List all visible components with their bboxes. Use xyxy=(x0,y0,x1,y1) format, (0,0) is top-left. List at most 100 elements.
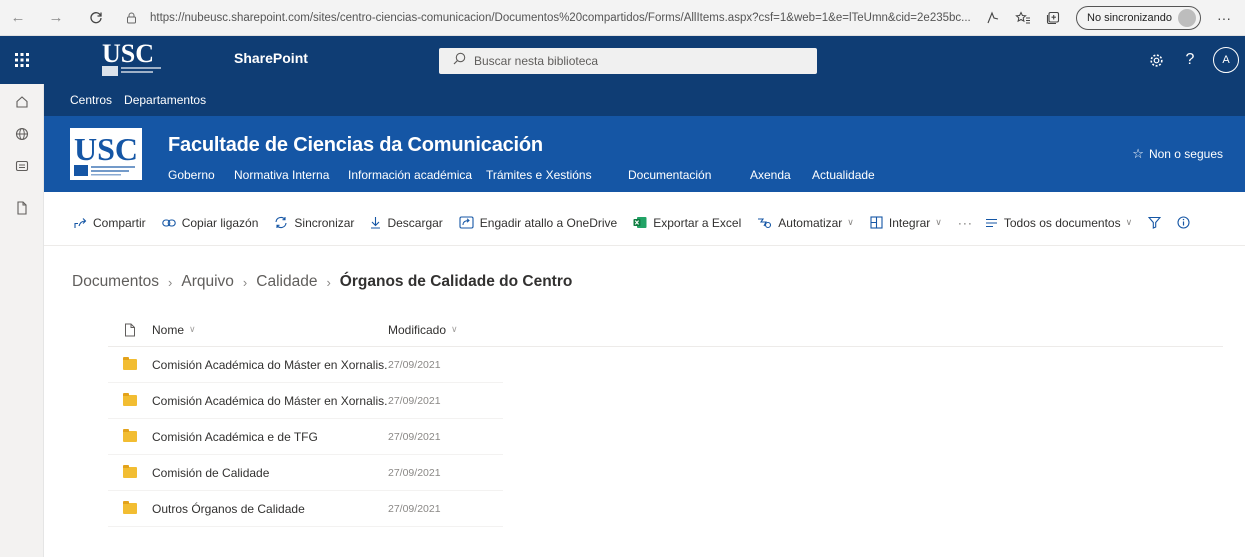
news-icon[interactable] xyxy=(0,150,44,182)
hubnav-item-departamentos[interactable]: Departamentos xyxy=(124,93,206,107)
export-excel-button[interactable]: Exportar a Excel xyxy=(633,216,741,230)
shortcut-icon xyxy=(459,216,474,229)
document-icon[interactable] xyxy=(0,192,44,224)
folder-icon xyxy=(123,393,137,406)
sync-status-label: No sincronizando xyxy=(1087,12,1172,24)
forward-icon[interactable]: → xyxy=(42,4,70,32)
site-header: USC Facultade de Ciencias da Comunicació… xyxy=(44,116,1245,192)
breadcrumb-calidade[interactable]: Calidade xyxy=(256,273,317,291)
item-modified: 27/09/2021 xyxy=(388,502,441,515)
filter-button[interactable] xyxy=(1148,216,1162,229)
folder-icon xyxy=(123,465,137,478)
favorites-icon[interactable] xyxy=(1008,3,1038,33)
address-bar[interactable]: https://nubeusc.sharepoint.com/sites/cen… xyxy=(126,6,982,30)
lock-icon xyxy=(126,12,142,24)
chevron-down-icon: ∨ xyxy=(847,217,854,227)
chevron-right-icon: › xyxy=(168,274,173,290)
suite-logo-text: USC xyxy=(102,39,154,68)
list-item[interactable]: Comisión de Calidade 27/09/2021 xyxy=(108,455,503,491)
follow-label: Non o segues xyxy=(1148,147,1223,161)
browser-menu-icon[interactable]: ··· xyxy=(1209,3,1239,33)
view-switcher[interactable]: Todos os documentos ∨ xyxy=(985,216,1132,230)
automate-icon xyxy=(757,216,772,229)
document-list: Nome ∨ Modificado ∨ Comisión Académica d… xyxy=(108,313,1223,527)
read-aloud-icon[interactable] xyxy=(978,3,1008,33)
copy-link-button[interactable]: Copiar ligazón xyxy=(161,216,258,230)
item-name[interactable]: Comisión Académica do Máster en Xornalis… xyxy=(152,394,388,408)
folder-icon xyxy=(123,501,137,514)
collections-icon[interactable] xyxy=(1038,3,1068,33)
chevron-down-icon: ∨ xyxy=(189,324,196,334)
app-launcher-icon[interactable] xyxy=(0,36,44,84)
share-label: Compartir xyxy=(93,215,146,230)
site-nav-axenda[interactable]: Axenda xyxy=(750,168,791,182)
breadcrumb-arquivo[interactable]: Arquivo xyxy=(181,273,234,291)
star-icon: ☆ xyxy=(1132,146,1144,161)
site-nav-tramites[interactable]: Trámites e Xestións xyxy=(486,168,592,182)
site-logo[interactable]: USC xyxy=(70,128,142,180)
info-icon xyxy=(1177,216,1190,229)
item-name[interactable]: Outros Órganos de Calidade xyxy=(152,502,388,516)
add-shortcut-button[interactable]: Engadir atallo a OneDrive xyxy=(459,216,617,230)
chevron-down-icon: ∨ xyxy=(451,324,458,334)
sync-icon xyxy=(274,216,288,229)
item-name[interactable]: Comisión Académica e de TFG xyxy=(152,430,388,444)
list-item[interactable]: Comisión Académica do Máster en Xornalis… xyxy=(108,383,503,419)
site-nav-documentacion[interactable]: Documentación xyxy=(628,168,711,182)
item-name[interactable]: Comisión Académica do Máster en Xornalis… xyxy=(152,358,388,372)
folder-icon xyxy=(123,357,137,370)
home-icon[interactable] xyxy=(0,86,44,118)
follow-button[interactable]: ☆ Non o segues xyxy=(1132,146,1223,162)
item-modified: 27/09/2021 xyxy=(388,358,441,371)
site-nav-goberno[interactable]: Goberno xyxy=(168,168,215,182)
integrate-menu[interactable]: Integrar ∨ xyxy=(870,216,942,230)
search-placeholder: Buscar nesta biblioteca xyxy=(474,54,599,68)
site-nav-informacion[interactable]: Información académica xyxy=(348,168,472,182)
download-button[interactable]: Descargar xyxy=(370,216,443,230)
export-excel-label: Exportar a Excel xyxy=(653,215,742,230)
breadcrumb-current: Órganos de Calidade do Centro xyxy=(339,273,573,290)
column-modified-label: Modificado xyxy=(388,322,447,337)
item-name[interactable]: Comisión de Calidade xyxy=(152,466,388,480)
integrate-label: Integrar xyxy=(888,215,931,230)
list-header: Nome ∨ Modificado ∨ xyxy=(108,313,1223,347)
reload-icon[interactable] xyxy=(82,4,110,32)
search-box[interactable]: Buscar nesta biblioteca xyxy=(439,48,817,74)
link-icon xyxy=(161,218,176,228)
site-nav-actualidade[interactable]: Actualidade xyxy=(812,168,875,182)
excel-icon xyxy=(633,216,647,229)
more-commands-button[interactable]: ··· xyxy=(958,216,973,230)
chevron-down-icon: ∨ xyxy=(1125,217,1133,227)
share-button[interactable]: Compartir xyxy=(74,216,146,230)
column-header-name[interactable]: Nome ∨ xyxy=(152,323,388,337)
breadcrumb-documentos[interactable]: Documentos xyxy=(72,273,159,291)
settings-gear-icon[interactable] xyxy=(1139,43,1173,77)
chevron-down-icon: ∨ xyxy=(935,217,942,227)
account-avatar[interactable]: A xyxy=(1213,47,1239,73)
hub-navigation: Centros Departamentos xyxy=(44,84,1245,116)
sync-button[interactable]: Sincronizar xyxy=(274,216,354,230)
site-title: Facultade de Ciencias da Comunicación xyxy=(168,134,543,156)
globe-icon[interactable] xyxy=(0,118,44,150)
help-icon[interactable]: ? xyxy=(1173,43,1207,77)
list-item[interactable]: Comisión Académica do Máster en Xornalis… xyxy=(108,347,503,383)
automate-menu[interactable]: Automatizar ∨ xyxy=(757,216,854,230)
list-item[interactable]: Comisión Académica e de TFG 27/09/2021 xyxy=(108,419,503,455)
app-name[interactable]: SharePoint xyxy=(234,50,308,66)
url-text: https://nubeusc.sharepoint.com/sites/cen… xyxy=(150,12,971,24)
hubnav-item-centros[interactable]: Centros xyxy=(70,93,112,107)
profile-sync-button[interactable]: No sincronizando xyxy=(1076,6,1201,30)
usc-logo[interactable]: USC xyxy=(98,38,164,80)
automate-label: Automatizar xyxy=(778,215,843,230)
file-type-header-icon[interactable] xyxy=(108,323,152,337)
site-logo-text: USC xyxy=(74,131,138,167)
view-label: Todos os documentos xyxy=(1003,215,1121,230)
suite-bar: USC SharePoint Buscar nesta biblioteca ?… xyxy=(44,36,1245,84)
site-nav-normativa[interactable]: Normativa Interna xyxy=(234,168,329,182)
list-item[interactable]: Outros Órganos de Calidade 27/09/2021 xyxy=(108,491,503,527)
item-modified: 27/09/2021 xyxy=(388,466,441,479)
column-header-modified[interactable]: Modificado ∨ xyxy=(388,323,458,337)
command-bar: Compartir Copiar ligazón Sincronizar Des… xyxy=(44,200,1245,246)
info-button[interactable] xyxy=(1177,216,1190,229)
back-icon[interactable]: ← xyxy=(4,4,32,32)
